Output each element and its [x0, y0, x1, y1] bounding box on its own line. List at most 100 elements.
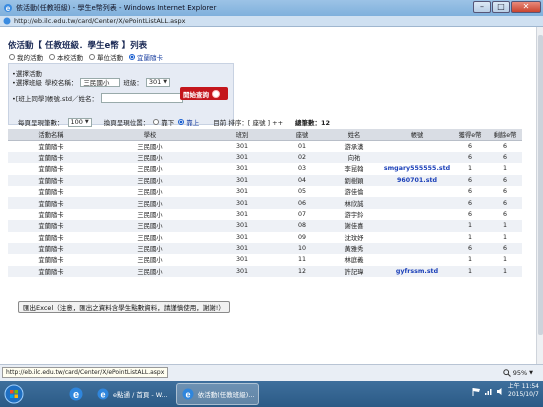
total-count: 總筆數：12: [295, 119, 331, 127]
chevron-down-icon: ▼: [163, 79, 168, 85]
svg-text:e: e: [73, 389, 79, 401]
ie-icon: e: [97, 388, 109, 400]
radio-label: 我的活動: [17, 54, 43, 62]
table-cell: 林欣誠: [326, 197, 382, 209]
taskbar-app-active[interactable]: e 依活動(任教班級)...: [175, 383, 260, 405]
table-row: 宜蘭隨卡 三民國小 301 02 向祐 6 6: [8, 151, 522, 164]
radio-circle[interactable]: [9, 54, 15, 60]
minimize-button[interactable]: –: [473, 1, 491, 13]
table-cell: 宜蘭隨卡: [8, 197, 94, 209]
radio-order-bottom[interactable]: 靠下: [153, 117, 174, 127]
table-cell: [382, 140, 452, 151]
close-button[interactable]: ✕: [511, 1, 541, 13]
page-content: 依活動【 任教班級．學生e幣 】列表 我的活動 本校活動 單位活動 宜蘭隨卡 •…: [0, 27, 543, 364]
per-page-select[interactable]: 100 ▼: [67, 117, 92, 127]
per-page-label: 每頁呈現筆數：: [18, 119, 64, 127]
zoom-level: 95%: [512, 369, 528, 377]
table-cell: 三民國小: [94, 220, 206, 232]
network-icon[interactable]: [484, 387, 493, 396]
address-bar[interactable]: http://eb.ilc.edu.tw/card/Center/X/ePoin…: [0, 16, 543, 27]
radio-school-activities[interactable]: 本校活動: [49, 52, 83, 62]
table-cell: 宜蘭隨卡: [38, 166, 64, 174]
table-cell: [382, 254, 452, 265]
radio-circle[interactable]: [89, 54, 95, 60]
table-row: 宜蘭隨卡 三民國小 301 04 劉樹穎 960701.std 6 6: [8, 174, 522, 186]
table-cell: [382, 151, 452, 164]
table-cell[interactable]: smgary555555.std: [382, 163, 452, 174]
table-row: 宜蘭隨卡 三民國小 301 11 林庭義 1 1: [8, 254, 522, 265]
ie-icon: e: [182, 388, 194, 400]
table-cell: 02: [278, 151, 326, 164]
maximize-button[interactable]: □: [492, 1, 510, 13]
column-header[interactable]: 獲得e幣: [452, 129, 488, 141]
table-cell: 6: [452, 151, 488, 164]
table-cell: 三民國小: [94, 265, 206, 278]
search-input[interactable]: [101, 93, 184, 103]
class-num-label: 班級：: [123, 79, 143, 87]
table-cell[interactable]: 960701.std: [382, 174, 452, 186]
table-cell: 6: [488, 151, 522, 164]
radio-label: 宜蘭隨卡: [137, 54, 163, 62]
export-excel-button[interactable]: 匯出Excel（注意，匯出之資料含學生點數資料，請謹慎使用，謝謝!）: [18, 301, 230, 313]
radio-label: 本校活動: [57, 54, 83, 62]
school-select[interactable]: 三民國小: [80, 77, 121, 87]
radio-my-activities[interactable]: 我的活動: [9, 52, 43, 62]
table-cell: 301: [206, 197, 278, 209]
radio-yilan-card[interactable]: 宜蘭隨卡: [129, 52, 163, 62]
table-body: 宜蘭隨卡 三民國小 301 01 游承漢 6 6 宜蘭隨卡 三民國小 301 02 向祐 6 6 宜蘭隨卡三…: [8, 140, 522, 278]
column-header[interactable]: 學校: [94, 129, 206, 141]
page-title: 依活動【 任教班級．學生e幣 】列表: [8, 41, 148, 51]
taskbar-app[interactable]: e e點通 / 首頁 - W...: [92, 383, 172, 405]
column-header[interactable]: 活動名稱: [8, 129, 94, 141]
table-cell: 謝佳喜: [326, 220, 382, 232]
table-cell: 宜蘭隨卡: [38, 143, 64, 151]
svg-text:e: e: [100, 390, 105, 400]
table-cell: 游承漢: [344, 143, 364, 151]
table-cell[interactable]: gyfrssm.std: [382, 265, 452, 278]
flag-icon[interactable]: [472, 387, 481, 396]
scrollbar-thumb[interactable]: [538, 35, 543, 335]
radio-unit-activities[interactable]: 單位活動: [89, 52, 123, 62]
speaker-icon[interactable]: [496, 387, 505, 396]
radio-circle[interactable]: [129, 54, 135, 60]
start-button[interactable]: [4, 384, 24, 404]
table-cell: 11: [297, 256, 306, 264]
vertical-scrollbar[interactable]: [536, 27, 543, 364]
column-header[interactable]: 座號: [278, 129, 326, 141]
column-header[interactable]: 班別: [206, 129, 278, 141]
radio-circle[interactable]: [178, 119, 185, 125]
taskbar-ie-pinned[interactable]: e: [64, 383, 88, 405]
column-header[interactable]: 姓名: [326, 129, 382, 141]
table-cell: 1: [502, 256, 507, 264]
address-url[interactable]: http://eb.ilc.edu.tw/card/Center/X/ePoin…: [14, 17, 185, 25]
zoom-control[interactable]: 95% ▼: [502, 369, 533, 377]
start-query-button[interactable]: 開始查詢: [180, 87, 228, 100]
table-cell: 09: [297, 233, 306, 241]
table-cell: 三民國小: [137, 189, 163, 197]
radio-order-top[interactable]: 靠上: [178, 117, 199, 127]
table-cell: 301: [235, 233, 249, 241]
search-label: •[班上同學]帳號.std／姓名：: [12, 95, 99, 103]
table-cell: 三民國小: [94, 174, 206, 186]
taskbar: e e e點通 / 首頁 - W... e 依活動(任教班級)... 上午 11…: [0, 381, 543, 407]
window-controls: – □ ✕: [473, 1, 541, 13]
table-cell: 301: [206, 174, 278, 186]
table-cell: 301: [235, 142, 249, 150]
table-cell: 301: [235, 165, 249, 173]
query-button-label: 開始查詢: [183, 90, 209, 99]
radio-circle[interactable]: [153, 119, 160, 125]
table-cell: 1: [488, 220, 522, 232]
radio-circle[interactable]: [49, 54, 55, 60]
table-row: 宜蘭隨卡 三民國小 301 08 謝佳喜 1 1: [8, 220, 522, 232]
table-cell: 301: [206, 242, 278, 255]
go-icon: [212, 89, 220, 98]
table-cell: 游佳倫: [344, 189, 364, 197]
table-cell: 04: [278, 174, 326, 186]
table-cell: [382, 186, 452, 197]
table-cell: 1: [452, 265, 488, 278]
column-header[interactable]: 剩餘e幣: [488, 129, 522, 141]
column-header[interactable]: 帳號: [382, 129, 452, 141]
class-select[interactable]: 301 ▼: [145, 77, 171, 87]
clock[interactable]: 上午 11:54 2015/10/7: [508, 383, 539, 399]
svg-text:e: e: [6, 4, 11, 13]
